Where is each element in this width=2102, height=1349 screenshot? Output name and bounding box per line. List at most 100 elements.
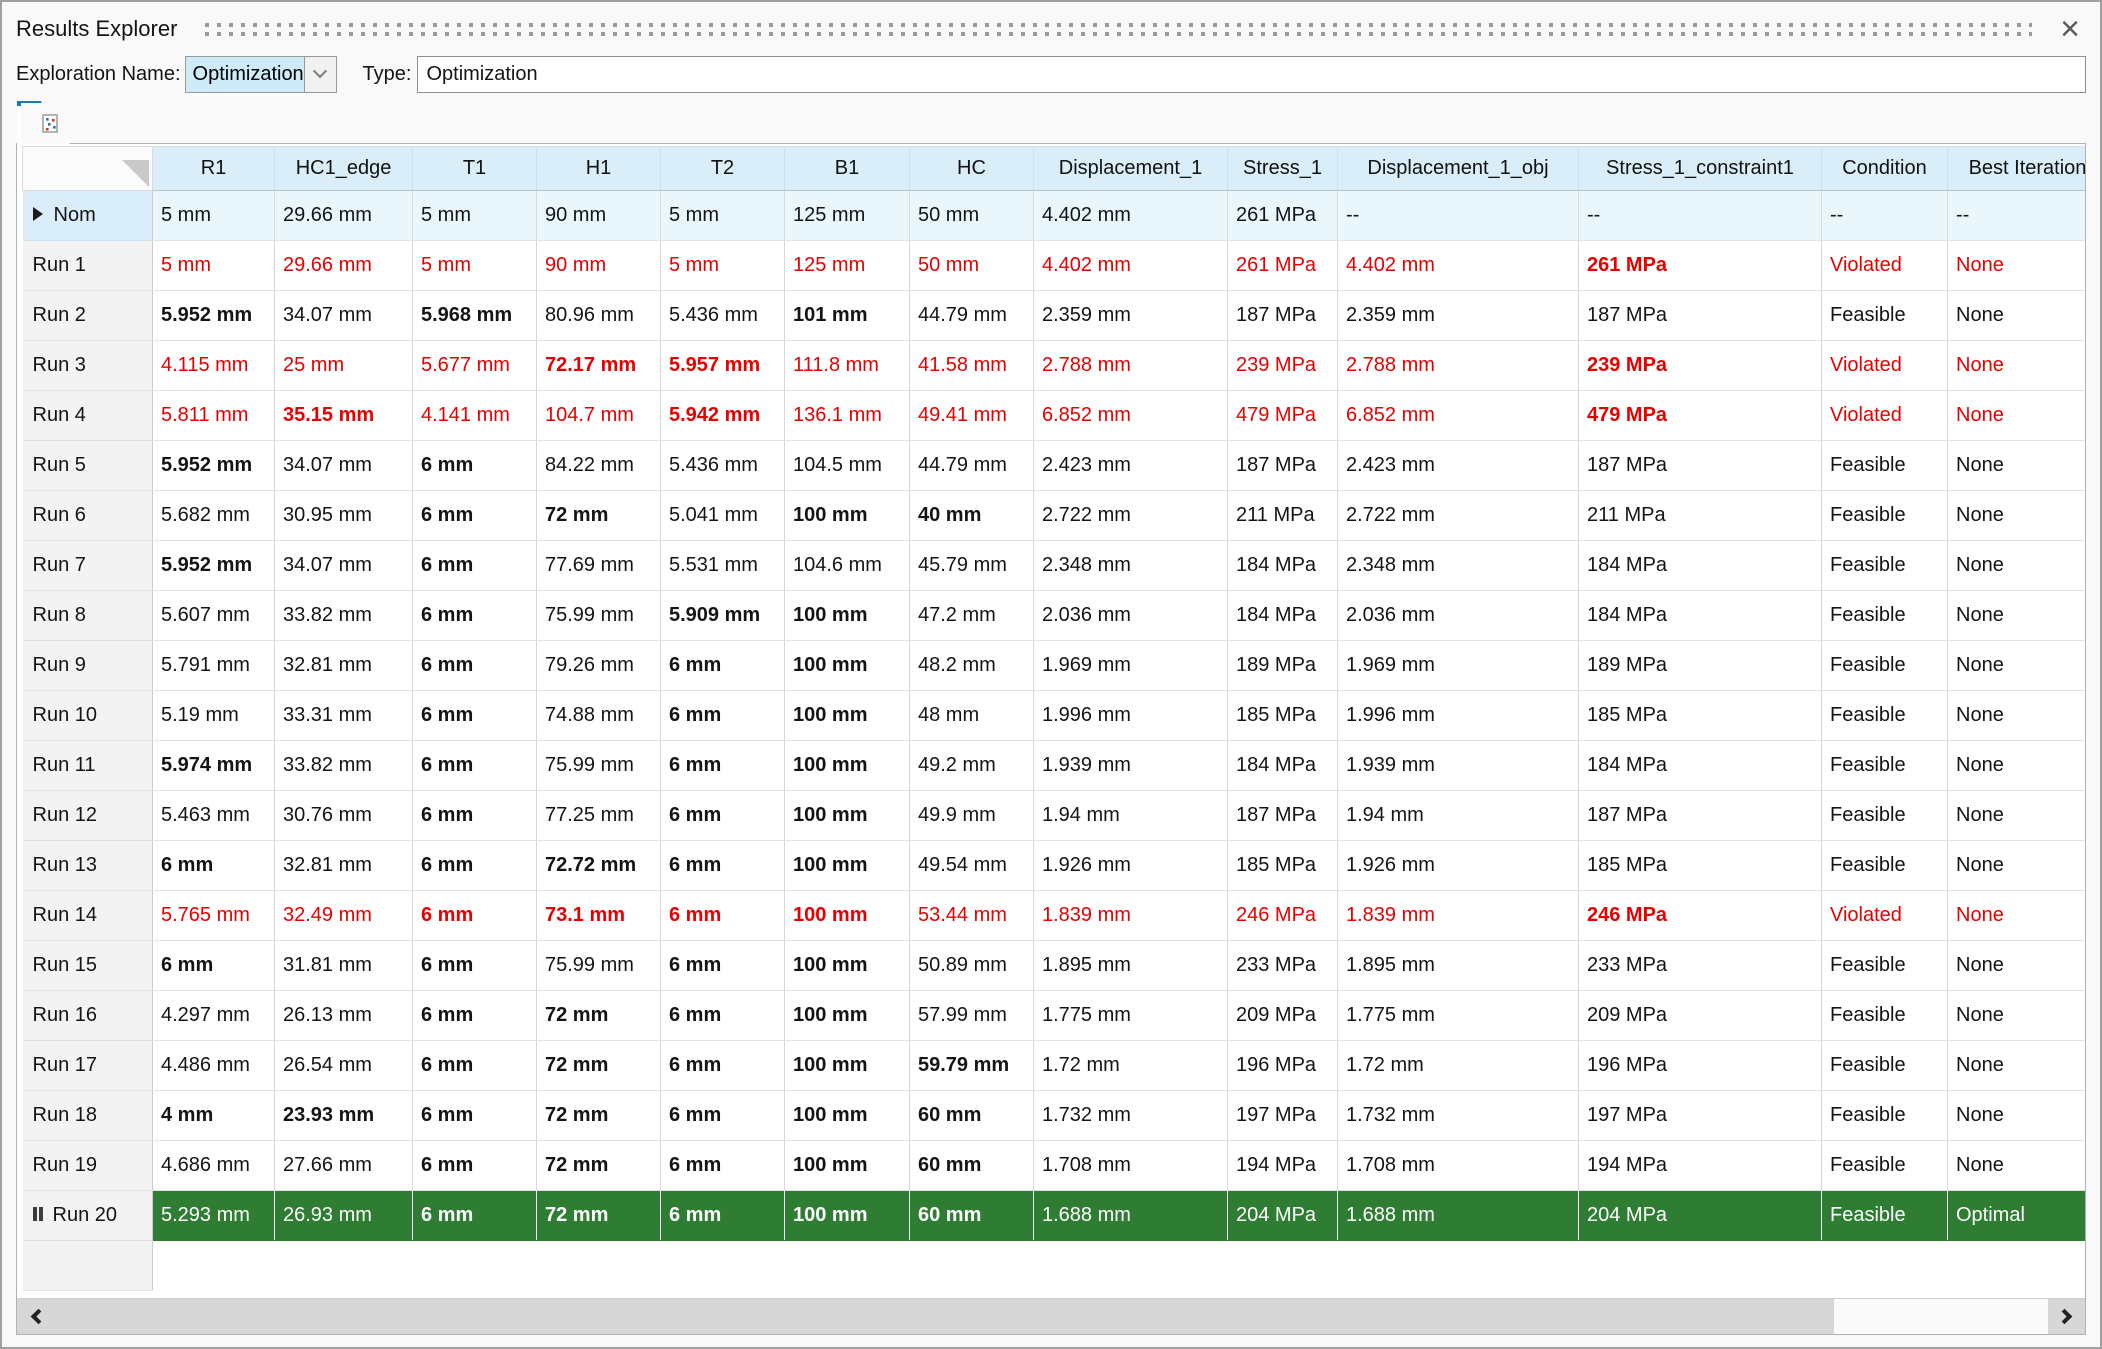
cell-run-8-Stress_1[interactable]: 184 MPa: [1227, 590, 1338, 641]
cell-run-16-HC1_edge[interactable]: 26.13 mm: [274, 990, 413, 1041]
cell-run-2-T1[interactable]: 5.968 mm: [412, 290, 537, 341]
cell-run-15-HC[interactable]: 50.89 mm: [909, 940, 1034, 991]
cell-run-2-Condition[interactable]: Feasible: [1821, 290, 1948, 341]
column-header-Best Iteration[interactable]: Best Iteration: [1947, 146, 2085, 191]
cell-run-7-Displacement_1_obj[interactable]: 2.348 mm: [1337, 540, 1579, 591]
scroll-left-button[interactable]: [17, 1299, 54, 1334]
cell-run-18-Best Iteration[interactable]: None: [1947, 1090, 2085, 1141]
column-header-Stress_1[interactable]: Stress_1: [1227, 146, 1338, 191]
cell-run-6-Condition[interactable]: Feasible: [1821, 490, 1948, 541]
cell-nom-R1[interactable]: 5 mm: [152, 190, 275, 241]
cell-run-14-Displacement_1_obj[interactable]: 1.839 mm: [1337, 890, 1579, 941]
cell-run-3-Condition[interactable]: Violated: [1821, 340, 1948, 391]
cell-run-7-Best Iteration[interactable]: None: [1947, 540, 2085, 591]
column-header-Stress_1_constraint1[interactable]: Stress_1_constraint1: [1578, 146, 1822, 191]
cell-run-7-T1[interactable]: 6 mm: [412, 540, 537, 591]
cell-run-15-Best Iteration[interactable]: None: [1947, 940, 2085, 991]
cell-run-13-Condition[interactable]: Feasible: [1821, 840, 1948, 891]
cell-run-9-H1[interactable]: 79.26 mm: [536, 640, 661, 691]
cell-run-5-Stress_1_constraint1[interactable]: 187 MPa: [1578, 440, 1822, 491]
cell-run-18-Condition[interactable]: Feasible: [1821, 1090, 1948, 1141]
cell-run-5-B1[interactable]: 104.5 mm: [784, 440, 910, 491]
row-header-run-7[interactable]: Run 7: [22, 540, 153, 591]
cell-run-3-HC1_edge[interactable]: 25 mm: [274, 340, 413, 391]
scroll-right-button[interactable]: [2048, 1299, 2085, 1334]
cell-run-11-Best Iteration[interactable]: None: [1947, 740, 2085, 791]
cell-run-17-HC[interactable]: 59.79 mm: [909, 1040, 1034, 1091]
column-header-Condition[interactable]: Condition: [1821, 146, 1948, 191]
cell-nom-HC1_edge[interactable]: 29.66 mm: [274, 190, 413, 241]
cell-run-19-HC[interactable]: 60 mm: [909, 1140, 1034, 1191]
cell-run-15-T1[interactable]: 6 mm: [412, 940, 537, 991]
cell-run-12-HC1_edge[interactable]: 30.76 mm: [274, 790, 413, 841]
cell-run-16-Displacement_1_obj[interactable]: 1.775 mm: [1337, 990, 1579, 1041]
cell-run-7-R1[interactable]: 5.952 mm: [152, 540, 275, 591]
cell-run-3-H1[interactable]: 72.17 mm: [536, 340, 661, 391]
cell-run-20-B1[interactable]: 100 mm: [784, 1190, 910, 1241]
cell-run-5-Stress_1[interactable]: 187 MPa: [1227, 440, 1338, 491]
cell-run-12-T2[interactable]: 6 mm: [660, 790, 785, 841]
cell-run-12-Stress_1[interactable]: 187 MPa: [1227, 790, 1338, 841]
cell-nom-HC[interactable]: 50 mm: [909, 190, 1034, 241]
cell-run-5-Displacement_1[interactable]: 2.423 mm: [1033, 440, 1228, 491]
cell-run-13-Displacement_1_obj[interactable]: 1.926 mm: [1337, 840, 1579, 891]
cell-run-8-Best Iteration[interactable]: None: [1947, 590, 2085, 641]
row-header-run-20[interactable]: Run 20: [22, 1190, 153, 1241]
cell-run-15-Condition[interactable]: Feasible: [1821, 940, 1948, 991]
column-header-T1[interactable]: T1: [412, 146, 537, 191]
cell-run-14-HC[interactable]: 53.44 mm: [909, 890, 1034, 941]
cell-run-2-HC1_edge[interactable]: 34.07 mm: [274, 290, 413, 341]
cell-run-14-R1[interactable]: 5.765 mm: [152, 890, 275, 941]
cell-run-6-H1[interactable]: 72 mm: [536, 490, 661, 541]
cell-run-1-Stress_1[interactable]: 261 MPa: [1227, 240, 1338, 291]
cell-run-17-Displacement_1[interactable]: 1.72 mm: [1033, 1040, 1228, 1091]
cell-run-12-H1[interactable]: 77.25 mm: [536, 790, 661, 841]
row-header-run-17[interactable]: Run 17: [22, 1040, 153, 1091]
cell-run-3-Stress_1[interactable]: 239 MPa: [1227, 340, 1338, 391]
exploration-name-combobox[interactable]: Optimization: [184, 55, 337, 93]
cell-nom-Displacement_1_obj[interactable]: --: [1337, 190, 1579, 241]
cell-run-6-HC1_edge[interactable]: 30.95 mm: [274, 490, 413, 541]
cell-run-8-Stress_1_constraint1[interactable]: 184 MPa: [1578, 590, 1822, 641]
cell-run-9-HC1_edge[interactable]: 32.81 mm: [274, 640, 413, 691]
cell-run-4-Stress_1_constraint1[interactable]: 479 MPa: [1578, 390, 1822, 441]
cell-run-8-HC1_edge[interactable]: 33.82 mm: [274, 590, 413, 641]
cell-run-10-Displacement_1_obj[interactable]: 1.996 mm: [1337, 690, 1579, 741]
cell-run-20-T2[interactable]: 6 mm: [660, 1190, 785, 1241]
cell-run-7-Displacement_1[interactable]: 2.348 mm: [1033, 540, 1228, 591]
cell-run-12-R1[interactable]: 5.463 mm: [152, 790, 275, 841]
cell-run-11-HC[interactable]: 49.2 mm: [909, 740, 1034, 791]
cell-run-16-Displacement_1[interactable]: 1.775 mm: [1033, 990, 1228, 1041]
cell-run-10-H1[interactable]: 74.88 mm: [536, 690, 661, 741]
cell-run-13-HC[interactable]: 49.54 mm: [909, 840, 1034, 891]
row-header-run-8[interactable]: Run 8: [22, 590, 153, 641]
cell-run-4-Stress_1[interactable]: 479 MPa: [1227, 390, 1338, 441]
cell-run-10-Displacement_1[interactable]: 1.996 mm: [1033, 690, 1228, 741]
cell-run-12-Stress_1_constraint1[interactable]: 187 MPa: [1578, 790, 1822, 841]
cell-run-12-B1[interactable]: 100 mm: [784, 790, 910, 841]
cell-run-17-Stress_1_constraint1[interactable]: 196 MPa: [1578, 1040, 1822, 1091]
cell-run-17-T1[interactable]: 6 mm: [412, 1040, 537, 1091]
cell-run-12-Condition[interactable]: Feasible: [1821, 790, 1948, 841]
cell-run-3-Best Iteration[interactable]: None: [1947, 340, 2085, 391]
cell-run-8-R1[interactable]: 5.607 mm: [152, 590, 275, 641]
cell-run-19-Condition[interactable]: Feasible: [1821, 1140, 1948, 1191]
cell-run-7-T2[interactable]: 5.531 mm: [660, 540, 785, 591]
cell-run-4-B1[interactable]: 136.1 mm: [784, 390, 910, 441]
row-header-run-12[interactable]: Run 12: [22, 790, 153, 841]
row-header-run-3[interactable]: Run 3: [22, 340, 153, 391]
drag-grip-icon[interactable]: [205, 22, 2033, 36]
cell-run-6-Displacement_1_obj[interactable]: 2.722 mm: [1337, 490, 1579, 541]
cell-run-8-T1[interactable]: 6 mm: [412, 590, 537, 641]
row-header-run-11[interactable]: Run 11: [22, 740, 153, 791]
cell-run-17-Stress_1[interactable]: 196 MPa: [1227, 1040, 1338, 1091]
cell-run-20-Condition[interactable]: Feasible: [1821, 1190, 1948, 1241]
cell-run-19-Displacement_1[interactable]: 1.708 mm: [1033, 1140, 1228, 1191]
exploration-name-value[interactable]: Optimization: [185, 56, 304, 92]
cell-run-3-R1[interactable]: 4.115 mm: [152, 340, 275, 391]
cell-run-6-R1[interactable]: 5.682 mm: [152, 490, 275, 541]
cell-run-11-Stress_1_constraint1[interactable]: 184 MPa: [1578, 740, 1822, 791]
cell-run-13-T1[interactable]: 6 mm: [412, 840, 537, 891]
cell-run-9-Stress_1[interactable]: 189 MPa: [1227, 640, 1338, 691]
cell-nom-H1[interactable]: 90 mm: [536, 190, 661, 241]
